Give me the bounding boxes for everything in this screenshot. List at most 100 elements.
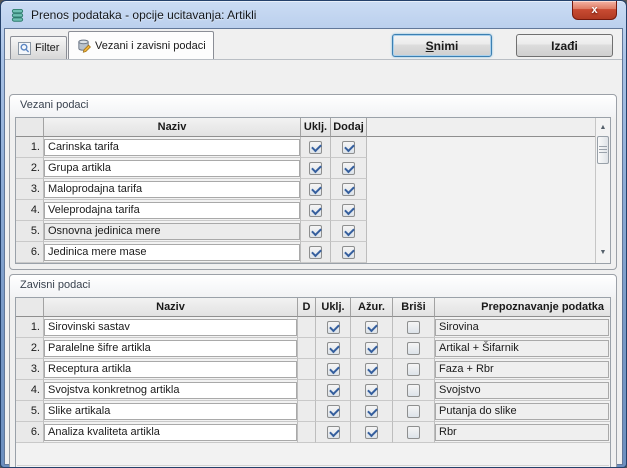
azur-checkbox[interactable] [365, 342, 378, 355]
column-header-prepoznavanje[interactable]: Prepoznavanje podatka [435, 298, 610, 317]
row-number[interactable]: 5. [16, 221, 44, 242]
exit-button[interactable]: Izađi [516, 34, 613, 57]
d-cell [298, 380, 316, 401]
brisi-checkbox[interactable] [407, 426, 420, 439]
naziv-cell[interactable]: Grupa artikla [44, 160, 300, 177]
uklj-checkbox[interactable] [327, 426, 340, 439]
column-header-naziv[interactable]: Naziv [44, 118, 301, 137]
column-header-d[interactable]: D [298, 298, 316, 317]
table-row: 2. Grupa artikla [16, 158, 595, 179]
azur-checkbox[interactable] [365, 363, 378, 376]
tab-filter[interactable]: Filter [10, 36, 67, 59]
table-row: 3. Maloprodajna tarifa [16, 179, 595, 200]
azur-checkbox[interactable] [365, 321, 378, 334]
vertical-scrollbar-thumb[interactable] [597, 136, 609, 164]
close-button[interactable]: x [572, 1, 617, 20]
filter-search-icon [18, 42, 31, 55]
prepoznavanje-cell[interactable]: Rbr [435, 424, 609, 441]
row-number[interactable]: 3. [16, 179, 44, 200]
uklj-checkbox[interactable] [309, 246, 322, 259]
column-header-dodaj[interactable]: Dodaj [331, 118, 367, 137]
uklj-checkbox[interactable] [309, 183, 322, 196]
tab-vezani-label: Vezani i zavisni podaci [95, 40, 206, 52]
thumb-grip [599, 146, 607, 154]
scroll-down-icon[interactable]: ▼ [596, 247, 610, 259]
naziv-cell[interactable]: Receptura artikla [44, 361, 297, 378]
dodaj-checkbox[interactable] [342, 141, 355, 154]
uklj-checkbox[interactable] [327, 384, 340, 397]
column-header-uklj[interactable]: Uklj. [301, 118, 331, 137]
naziv-cell[interactable]: Jedinica mere mase [44, 244, 300, 261]
prepoznavanje-cell[interactable]: Putanja do slike [435, 403, 609, 420]
brisi-checkbox[interactable] [407, 363, 420, 376]
uklj-checkbox[interactable] [327, 405, 340, 418]
row-number[interactable]: 5. [16, 401, 44, 422]
naziv-cell[interactable]: Svojstva konkretnog artikla [44, 382, 297, 399]
column-header-brisi[interactable]: Briši [393, 298, 435, 317]
prepoznavanje-cell[interactable]: Faza + Rbr [435, 361, 609, 378]
row-number[interactable]: 4. [16, 200, 44, 221]
column-header-naziv[interactable]: Naziv [44, 298, 298, 317]
naziv-cell[interactable]: Slike artikala [44, 403, 297, 420]
uklj-checkbox[interactable] [309, 204, 322, 217]
naziv-cell[interactable]: Osnovna jedinica mere [44, 223, 300, 240]
tab-filter-label: Filter [35, 42, 59, 54]
naziv-cell[interactable]: Sirovinski sastav [44, 319, 297, 336]
uklj-checkbox[interactable] [309, 162, 322, 175]
row-selector-header [16, 298, 44, 317]
dodaj-checkbox[interactable] [342, 204, 355, 217]
prepoznavanje-cell[interactable]: Artikal + Šifarnik [435, 340, 609, 357]
brisi-checkbox[interactable] [407, 321, 420, 334]
dodaj-checkbox[interactable] [342, 183, 355, 196]
vertical-scrollbar[interactable]: ▲ ▼ [595, 118, 610, 263]
azur-checkbox[interactable] [365, 426, 378, 439]
brisi-checkbox[interactable] [407, 384, 420, 397]
naziv-cell[interactable]: Veleprodajna tarifa [44, 202, 300, 219]
uklj-checkbox[interactable] [327, 321, 340, 334]
title-bar[interactable]: Prenos podataka - opcije ucitavanja: Art… [1, 1, 626, 29]
table-row: 1. Carinska tarifa [16, 137, 595, 158]
column-header-azur[interactable]: Ažur. [351, 298, 393, 317]
group-vezani-podaci: Vezani podaci Naziv Uklj. Dodaj 1. Carin [9, 94, 617, 270]
uklj-checkbox[interactable] [309, 225, 322, 238]
dodaj-checkbox[interactable] [342, 225, 355, 238]
dodaj-checkbox[interactable] [342, 162, 355, 175]
brisi-checkbox[interactable] [407, 342, 420, 355]
dodaj-checkbox[interactable] [342, 246, 355, 259]
row-number[interactable]: 6. [16, 242, 44, 263]
table-row: 6. Analiza kvaliteta artikla Rbr [16, 422, 610, 443]
group-caption: Vezani podaci [20, 99, 89, 111]
d-cell [298, 401, 316, 422]
naziv-cell[interactable]: Analiza kvaliteta artikla [44, 424, 297, 441]
vezani-grid: Naziv Uklj. Dodaj 1. Carinska tarifa [15, 117, 611, 264]
scroll-up-icon[interactable]: ▲ [596, 122, 610, 134]
row-number[interactable]: 6. [16, 422, 44, 443]
azur-checkbox[interactable] [365, 405, 378, 418]
row-number[interactable]: 1. [16, 317, 44, 338]
row-number[interactable]: 3. [16, 359, 44, 380]
naziv-cell[interactable]: Paralelne šifre artikla [44, 340, 297, 357]
table-row: 1. Sirovinski sastav Sirovina [16, 317, 610, 338]
table-row: 4. Veleprodajna tarifa [16, 200, 595, 221]
row-number[interactable]: 2. [16, 338, 44, 359]
column-header-uklj[interactable]: Uklj. [316, 298, 351, 317]
brisi-checkbox[interactable] [407, 405, 420, 418]
naziv-cell[interactable]: Carinska tarifa [44, 139, 300, 156]
zavisni-grid: Naziv D Uklj. Ažur. Briši Prepoznavanje … [15, 297, 611, 468]
naziv-cell[interactable]: Maloprodajna tarifa [44, 181, 300, 198]
row-number[interactable]: 1. [16, 137, 44, 158]
prepoznavanje-cell[interactable]: Svojstvo [435, 382, 609, 399]
tab-vezani-i-zavisni-podaci[interactable]: Vezani i zavisni podaci [68, 31, 214, 59]
table-row: 4. Svojstva konkretnog artikla Svojstvo [16, 380, 610, 401]
row-number[interactable]: 2. [16, 158, 44, 179]
d-cell [298, 359, 316, 380]
prepoznavanje-cell[interactable]: Sirovina [435, 319, 609, 336]
row-number[interactable]: 4. [16, 380, 44, 401]
group-zavisni-podaci: Zavisni podaci Naziv D Uklj. Ažur. Briši… [9, 274, 617, 468]
uklj-checkbox[interactable] [327, 363, 340, 376]
azur-checkbox[interactable] [365, 384, 378, 397]
uklj-checkbox[interactable] [309, 141, 322, 154]
uklj-checkbox[interactable] [327, 342, 340, 355]
save-button[interactable]: Snimi [392, 34, 492, 57]
database-edit-icon [76, 38, 91, 53]
